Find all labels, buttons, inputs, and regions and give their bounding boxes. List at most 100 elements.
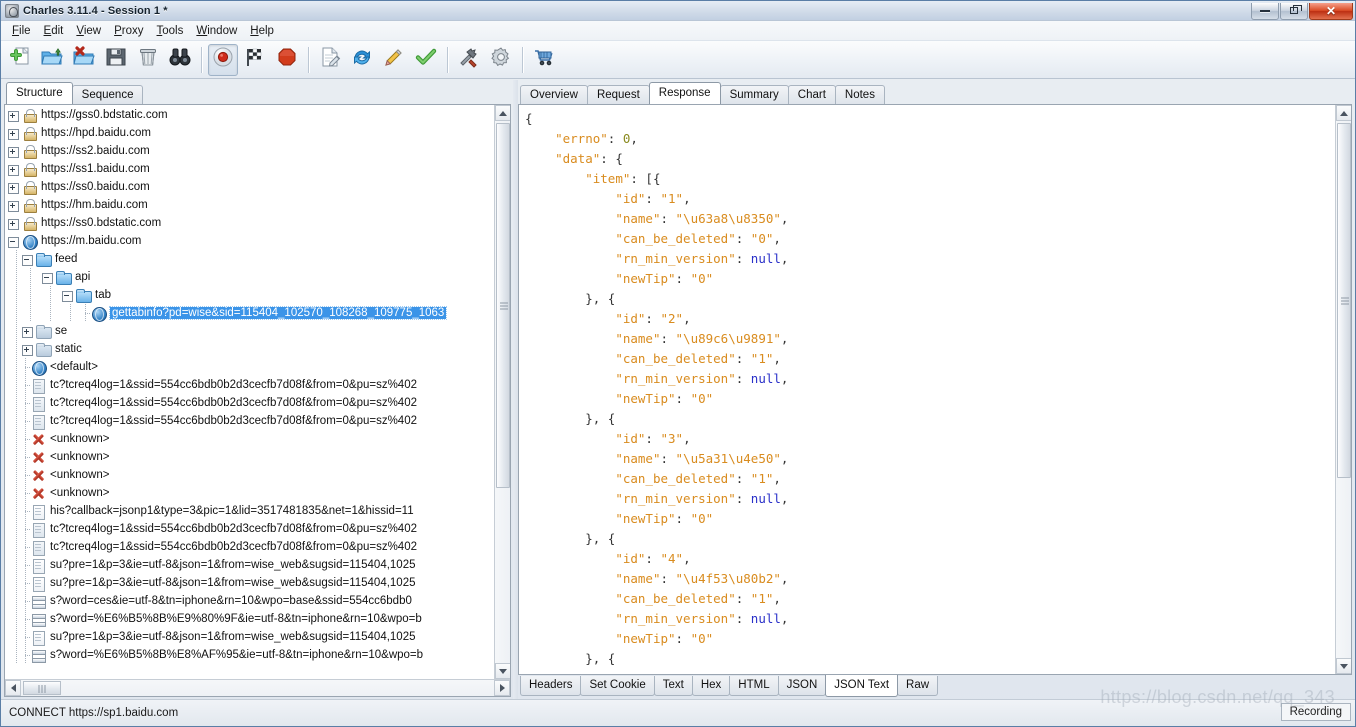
toolbar-repeat-button[interactable]: [347, 44, 377, 76]
tree-node[interactable]: tc?tcreq4log=1&ssid=554cc6bdb0b2d3cecfb7…: [5, 412, 494, 430]
restore-button[interactable]: [1280, 2, 1308, 20]
response-scroll-up-button[interactable]: [1336, 105, 1351, 121]
scroll-right-button[interactable]: [494, 680, 510, 696]
toolbar-open-folder-button[interactable]: [37, 44, 67, 76]
tree-horizontal-scrollbar[interactable]: [5, 679, 510, 696]
toolbar-new-session-button[interactable]: [5, 44, 35, 76]
format-tab-raw[interactable]: Raw: [897, 676, 939, 696]
tree-node[interactable]: s?word=%E6%B5%8B%E9%80%9F&ie=utf-8&tn=ip…: [5, 610, 494, 628]
tree-node[interactable]: s?word=%E6%B5%8B%E8%AF%95&ie=utf-8&tn=ip…: [5, 646, 494, 664]
tree-node[interactable]: his?callback=jsonp1&type=3&pic=1&lid=351…: [5, 502, 494, 520]
tree-node[interactable]: api: [5, 268, 494, 286]
toolbar-save-button[interactable]: [101, 44, 131, 76]
tree-node[interactable]: tc?tcreq4log=1&ssid=554cc6bdb0b2d3cecfb7…: [5, 538, 494, 556]
tree-expand-icon[interactable]: [7, 163, 20, 176]
tree-hscroll-thumb[interactable]: [23, 681, 61, 695]
tree-collapse-icon[interactable]: [61, 289, 74, 302]
menu-view[interactable]: View: [70, 23, 108, 39]
tree-node[interactable]: https://hm.baidu.com: [5, 196, 494, 214]
tree-collapse-icon[interactable]: [41, 271, 54, 284]
response-vertical-scrollbar[interactable]: [1335, 105, 1351, 674]
tree-node[interactable]: https://ss2.baidu.com: [5, 142, 494, 160]
format-tab-json[interactable]: JSON: [777, 676, 827, 696]
tab-notes[interactable]: Notes: [834, 85, 885, 105]
tree-node[interactable]: <unknown>: [5, 466, 494, 484]
menu-help[interactable]: Help: [244, 23, 281, 39]
toolbar-trash-button[interactable]: [133, 44, 163, 76]
tree-node[interactable]: tc?tcreq4log=1&ssid=554cc6bdb0b2d3cecfb7…: [5, 394, 494, 412]
format-tab-headers[interactable]: Headers: [520, 676, 582, 696]
tree-node[interactable]: su?pre=1&p=3&ie=utf-8&json=1&from=wise_w…: [5, 574, 494, 592]
response-scroll-thumb[interactable]: [1337, 123, 1351, 478]
format-tab-hex[interactable]: Hex: [691, 676, 731, 696]
tab-overview[interactable]: Overview: [520, 85, 588, 105]
tree-expand-icon[interactable]: [7, 199, 20, 212]
tree-node[interactable]: <unknown>: [5, 430, 494, 448]
tree-node[interactable]: su?pre=1&p=3&ie=utf-8&json=1&from=wise_w…: [5, 628, 494, 646]
tree-node[interactable]: https://gss0.bdstatic.com: [5, 106, 494, 124]
tab-structure[interactable]: Structure: [6, 82, 73, 104]
tree-node[interactable]: feed: [5, 250, 494, 268]
tree-node[interactable]: su?pre=1&p=3&ie=utf-8&json=1&from=wise_w…: [5, 556, 494, 574]
minimize-button[interactable]: [1251, 2, 1279, 20]
toolbar-stop-octagon-button[interactable]: [272, 44, 302, 76]
tree-node[interactable]: <unknown>: [5, 448, 494, 466]
tree-node[interactable]: gettabinfo?pd=wise&sid=115404_102570_108…: [5, 304, 494, 322]
scroll-down-button[interactable]: [495, 663, 510, 679]
tree-expand-icon[interactable]: [7, 109, 20, 122]
tree-vertical-scrollbar[interactable]: [494, 105, 510, 679]
scroll-left-button[interactable]: [5, 680, 21, 696]
menu-window[interactable]: Window: [190, 23, 244, 39]
tree-expand-icon[interactable]: [7, 181, 20, 194]
tree-node[interactable]: tc?tcreq4log=1&ssid=554cc6bdb0b2d3cecfb7…: [5, 376, 494, 394]
toolbar-cart-button[interactable]: [529, 44, 559, 76]
toolbar-record-button[interactable]: [208, 43, 238, 76]
scroll-up-button[interactable]: [495, 105, 510, 121]
tree-node[interactable]: <unknown>: [5, 484, 494, 502]
tab-response[interactable]: Response: [648, 82, 721, 104]
tree-node[interactable]: se: [5, 322, 494, 340]
tree-node[interactable]: https://ss0.bdstatic.com: [5, 214, 494, 232]
tree-node[interactable]: https://m.baidu.com: [5, 232, 494, 250]
toolbar-gear-button[interactable]: [486, 44, 516, 76]
menu-file[interactable]: File: [6, 23, 38, 39]
tree-collapse-icon[interactable]: [7, 235, 20, 248]
response-scroll-down-button[interactable]: [1336, 658, 1351, 674]
tree-expand-icon[interactable]: [7, 145, 20, 158]
close-button[interactable]: ✕: [1309, 2, 1353, 20]
tree-node[interactable]: tab: [5, 286, 494, 304]
format-tab-set-cookie[interactable]: Set Cookie: [580, 676, 655, 696]
tree-expand-icon[interactable]: [21, 343, 34, 356]
tree-node[interactable]: s?word=ces&ie=utf-8&tn=iphone&rn=10&wpo=…: [5, 592, 494, 610]
toolbar-binoculars-button[interactable]: [165, 44, 195, 76]
format-tab-json-text[interactable]: JSON Text: [825, 675, 899, 697]
tree-expand-icon[interactable]: [7, 127, 20, 140]
tree-scroll-thumb[interactable]: [496, 123, 510, 488]
toolbar-edit-pencil-button[interactable]: [379, 44, 409, 76]
tree-node[interactable]: https://ss1.baidu.com: [5, 160, 494, 178]
tree-node[interactable]: <default>: [5, 358, 494, 376]
tab-chart[interactable]: Chart: [787, 85, 836, 105]
tree-expand-icon[interactable]: [21, 325, 34, 338]
menu-edit[interactable]: Edit: [38, 23, 71, 39]
tree-node[interactable]: static: [5, 340, 494, 358]
format-tab-text[interactable]: Text: [653, 676, 693, 696]
toolbar-compose-button[interactable]: [315, 44, 345, 76]
tree-expand-icon[interactable]: [7, 217, 20, 230]
menu-proxy[interactable]: Proxy: [108, 23, 150, 39]
tree-node[interactable]: https://ss0.baidu.com: [5, 178, 494, 196]
tab-request[interactable]: Request: [586, 85, 650, 105]
session-tree[interactable]: https://gss0.bdstatic.com https://hpd.bai…: [5, 105, 494, 679]
tab-summary[interactable]: Summary: [719, 85, 789, 105]
format-tab-html[interactable]: HTML: [729, 676, 779, 696]
menu-tools[interactable]: Tools: [151, 23, 191, 39]
json-text-view[interactable]: { "errno": 0, "data": { "item": [{ "id":…: [519, 105, 1334, 674]
toolbar-checkered-flag-button[interactable]: [240, 44, 270, 76]
tree-node[interactable]: https://hpd.baidu.com: [5, 124, 494, 142]
toolbar-close-session-button[interactable]: [69, 44, 99, 76]
toolbar-tools-button[interactable]: [454, 44, 484, 76]
tree-node[interactable]: tc?tcreq4log=1&ssid=554cc6bdb0b2d3cecfb7…: [5, 520, 494, 538]
tab-sequence[interactable]: Sequence: [71, 85, 144, 105]
tree-collapse-icon[interactable]: [21, 253, 34, 266]
toolbar-validate-check-button[interactable]: [411, 44, 441, 76]
